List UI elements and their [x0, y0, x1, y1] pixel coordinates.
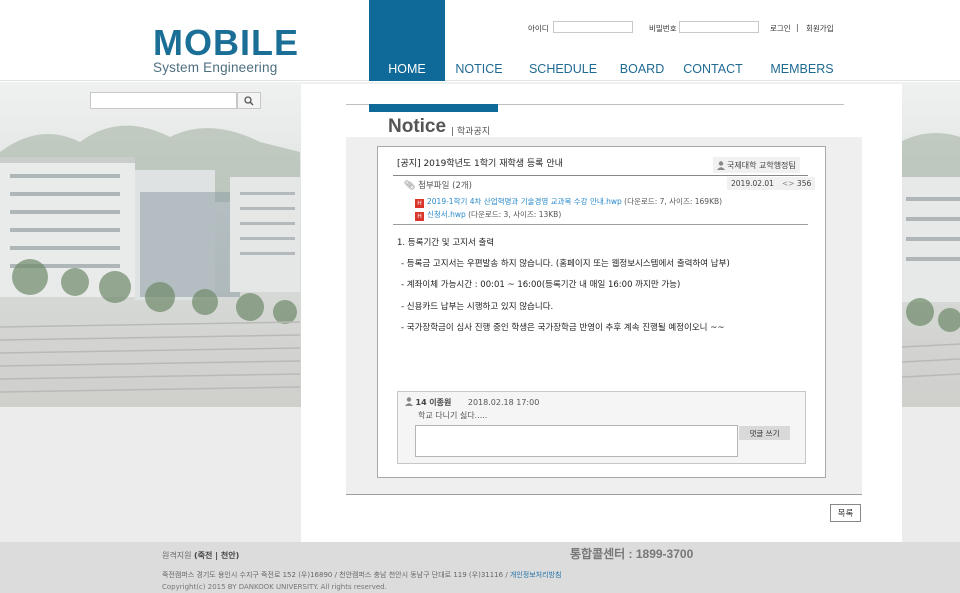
- attachments-label: 📎︎ 첨부파일 (2개): [404, 179, 472, 191]
- nav-notice[interactable]: NOTICE: [445, 0, 513, 81]
- login-link[interactable]: 로그인: [770, 23, 791, 34]
- id-input[interactable]: [553, 21, 633, 33]
- views-icon: <>: [781, 179, 795, 188]
- site-header: MOBILE System Engineering HOME NOTICE SC…: [0, 0, 960, 81]
- hwp-file-icon: H: [415, 199, 424, 208]
- attachment-link[interactable]: 신청서.hwp: [427, 210, 466, 219]
- post-author-name: 국제대학 교학행정팀: [727, 160, 796, 170]
- search-icon: [244, 95, 254, 105]
- logo-title: MOBILE: [153, 22, 299, 63]
- post-title: [공지] 2019학년도 1학기 재학생 등록 안내: [397, 159, 563, 169]
- nav-board[interactable]: BOARD: [613, 0, 671, 81]
- page-subtitle: | 학과공지: [451, 127, 491, 137]
- post-views: <> 356: [782, 179, 811, 188]
- privacy-policy-link[interactable]: 개인정보처리방침: [510, 571, 562, 579]
- footer-address: 죽전캠퍼스 경기도 용인시 수지구 죽전로 152 (우)16890 / 천안캠…: [162, 570, 561, 580]
- attachment-meta: (다운로드: 3, 사이즈: 13KB): [468, 210, 562, 219]
- comment-text: 학교 다니기 싫다.....: [418, 411, 488, 420]
- footer-campus: 원격지원 (죽전 | 천안): [162, 550, 239, 561]
- nav-contact[interactable]: CONTACT: [671, 0, 755, 81]
- comment-input[interactable]: [415, 425, 738, 457]
- login-separator: |: [796, 23, 799, 32]
- nav-schedule[interactable]: SCHEDULE: [513, 0, 613, 81]
- nav-home[interactable]: HOME: [369, 0, 445, 81]
- attachment-link[interactable]: 2019-1학기 4차 산업혁명과 기술경영 교과목 수강 안내.hwp: [427, 197, 622, 206]
- attachment-item: H 2019-1학기 4차 산업혁명과 기술경영 교과목 수강 안내.hwp (다…: [415, 196, 722, 208]
- attachments-divider: [393, 224, 808, 225]
- post-body-line: 1. 등록기간 및 고지서 출력: [397, 238, 495, 248]
- user-icon: [405, 397, 413, 406]
- id-label: 아이디: [528, 24, 549, 33]
- post-meta: 2019.02.01 <> 356: [727, 177, 816, 190]
- post-body-line: - 등록금 고지서는 우편발송 하지 않습니다. (홈페이지 또는 웹정보시스템…: [401, 259, 730, 269]
- post-body-line: - 국가장학금이 심사 진행 중인 학생은 국가장학금 반영이 추후 계속 진행…: [401, 323, 725, 333]
- post-author: 국제대학 교학행정팀: [713, 157, 800, 173]
- post-header-divider: [393, 175, 808, 176]
- post-bottom-divider: [346, 494, 862, 495]
- comment-date: 2018.02.18 17:00: [467, 398, 540, 407]
- comment-author: 이종원: [429, 398, 452, 407]
- page-title: Notice: [388, 116, 447, 137]
- site-footer: [0, 542, 960, 593]
- pw-label: 비밀번호: [649, 24, 677, 33]
- join-link[interactable]: 회원가입: [806, 23, 834, 34]
- attachments-count: 첨부파일 (2개): [418, 181, 472, 191]
- comment-submit-button[interactable]: 댓글 쓰기: [739, 426, 790, 440]
- user-icon: [717, 160, 725, 170]
- search-button[interactable]: [237, 92, 261, 109]
- footer-copyright: Copyright(c) 2015 BY DANKOOK UNIVERSITY.…: [162, 583, 387, 591]
- post-date: 2019.02.01: [731, 179, 774, 188]
- search-input[interactable]: [90, 92, 237, 109]
- pw-input[interactable]: [679, 21, 759, 33]
- comment-number: 14: [415, 398, 427, 407]
- site-logo[interactable]: MOBILE System Engineering: [153, 22, 299, 76]
- list-button[interactable]: 목록: [830, 504, 861, 522]
- main-nav: HOME NOTICE SCHEDULE BOARD CONTACT MEMBE…: [369, 0, 849, 81]
- nav-members[interactable]: MEMBERS: [755, 0, 849, 81]
- footer-campus-label: 원격지원: [162, 551, 192, 560]
- post-body-line: - 신용카드 납부는 시행하고 있지 않습니다.: [401, 302, 554, 312]
- hwp-file-icon: H: [415, 212, 424, 221]
- logo-subtitle: System Engineering: [153, 60, 278, 75]
- footer-campus-links[interactable]: (죽전 | 천안): [194, 551, 239, 560]
- comment-header: 14 이종원 2018.02.18 17:00: [405, 397, 539, 408]
- paperclip-icon: 📎︎: [404, 181, 416, 191]
- title-accent-bar: [369, 104, 498, 112]
- attachment-meta: (다운로드: 7, 사이즈: 169KB): [624, 197, 723, 206]
- views-count: 356: [796, 179, 812, 188]
- footer-call-center: 통합콜센터 : 1899-3700: [570, 547, 694, 561]
- post-body-line: - 계좌이체 가능시간 : 00:01 ~ 16:00(등록기간 내 매일 16…: [401, 280, 681, 290]
- footer-address-text: 죽전캠퍼스 경기도 용인시 수지구 죽전로 152 (우)16890 / 천안캠…: [162, 571, 508, 579]
- attachment-item: H 신청서.hwp (다운로드: 3, 사이즈: 13KB): [415, 209, 561, 221]
